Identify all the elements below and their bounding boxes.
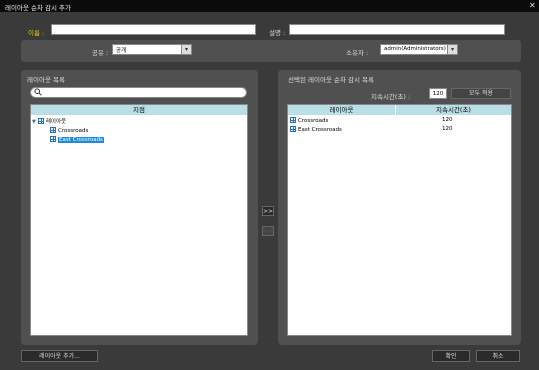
cancel-button[interactable]: 취소	[476, 350, 520, 362]
add-layout-button[interactable]: 레이아웃 추가...	[21, 350, 98, 362]
owner-select-value: admin(Administrators)	[384, 46, 446, 52]
add-to-sequence-button[interactable]: >>	[262, 206, 274, 216]
description-label: 설명 :	[269, 29, 286, 37]
share-label: 공유 :	[92, 49, 109, 57]
table-row[interactable]: East Crossroads	[290, 126, 342, 133]
chevron-down-icon[interactable]: ▾	[447, 45, 457, 54]
tree-item-selected[interactable]: East Crossroads	[50, 136, 104, 143]
apply-all-button[interactable]: 모두 적용	[451, 88, 511, 99]
window-title: 레이아웃 순차 감시 추가	[5, 4, 71, 12]
layout-list-title: 레이아웃 목록	[27, 76, 65, 84]
tree-root[interactable]: ▼ 레이아웃	[32, 117, 66, 125]
tree-column-header[interactable]: 지점	[31, 105, 247, 115]
tree-item-label: Crossroads	[58, 128, 89, 134]
description-input[interactable]	[289, 24, 505, 35]
share-select-value: 공개	[116, 48, 127, 54]
table-row[interactable]: Crossroads	[290, 117, 328, 124]
tree-item-label: East Crossroads	[58, 137, 104, 143]
tree-item[interactable]: Crossroads	[50, 127, 88, 134]
close-icon[interactable]: ✕	[529, 1, 536, 10]
layout-grid-icon	[290, 117, 296, 123]
row-layout-name: East Crossroads	[298, 127, 342, 133]
row-layout-name: Crossroads	[298, 118, 329, 124]
row-duration: 120	[442, 126, 453, 132]
owner-label: 소유자 :	[346, 49, 369, 57]
selected-sequence-title: 선택된 레이아웃 순차 감시 목록	[288, 76, 375, 84]
chevron-down-icon[interactable]: ▾	[181, 45, 191, 54]
layout-grid-icon	[37, 118, 44, 124]
column-header-duration[interactable]: 지속시간(초)	[396, 105, 511, 115]
title-bar	[0, 0, 539, 12]
layout-grid-icon	[50, 136, 56, 142]
duration-input[interactable]: 120	[429, 88, 447, 99]
search-input[interactable]	[30, 87, 247, 98]
tree-root-label: 레이아웃	[45, 119, 67, 125]
column-header-layout[interactable]: 레이아웃	[288, 105, 395, 115]
remove-from-sequence-button[interactable]: <<	[262, 226, 274, 236]
name-label: 이름 :	[28, 29, 45, 37]
owner-select[interactable]: admin(Administrators) ▾	[380, 44, 458, 55]
layout-grid-icon	[290, 126, 296, 132]
ok-button[interactable]: 확인	[432, 350, 470, 362]
name-input[interactable]	[51, 24, 256, 35]
share-select[interactable]: 공개 ▾	[112, 44, 192, 55]
layout-grid-icon	[50, 127, 56, 133]
duration-label: 지속시간(초) :	[371, 93, 411, 101]
search-icon	[34, 88, 42, 98]
sequence-table[interactable]	[287, 104, 512, 336]
row-duration: 120	[442, 117, 453, 123]
expand-arrow-icon[interactable]: ▼	[32, 119, 36, 125]
